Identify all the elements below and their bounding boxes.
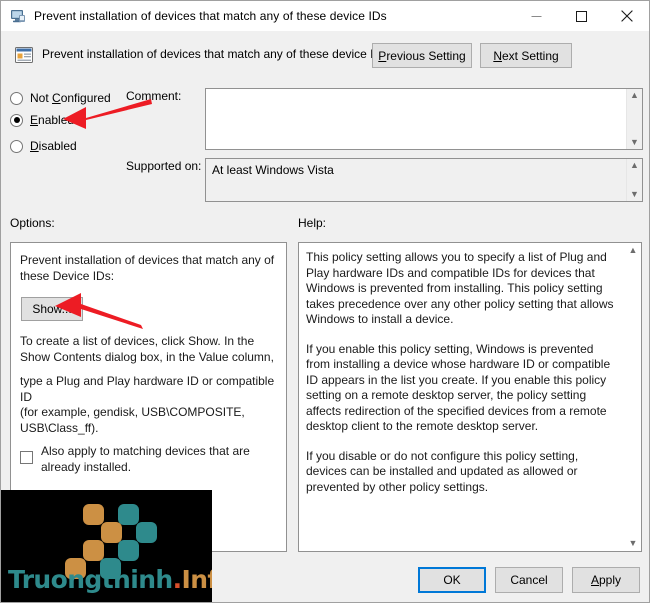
watermark-text-suffix: Info (181, 565, 212, 594)
also-apply-checkbox-row[interactable]: Also apply to matching devices that are … (20, 443, 282, 475)
chevron-down-icon[interactable]: ▼ (630, 190, 639, 199)
supported-on-label: Supported on: (126, 159, 202, 173)
radio-enabled[interactable]: Enabled (10, 113, 74, 127)
help-paragraph: This policy setting allows you to specif… (306, 250, 614, 326)
group-policy-setting-icon (14, 45, 34, 65)
show-button[interactable]: Show... (21, 297, 83, 321)
help-text-body: This policy setting allows you to specif… (299, 243, 625, 551)
maximize-button[interactable] (559, 2, 604, 31)
watermark-text-dot: . (172, 565, 183, 594)
radio-not-configured[interactable]: Not Configured (10, 91, 111, 105)
watermark-text-main: Truongthinh (8, 565, 173, 594)
help-paragraph: If you disable or do not configure this … (306, 448, 579, 494)
logo-square (83, 540, 104, 561)
help-panel: This policy setting allows you to specif… (298, 242, 642, 552)
previous-setting-button[interactable]: Previous Setting (372, 43, 472, 68)
logo-square (118, 504, 139, 525)
radio-not-configured-indicator (10, 91, 23, 105)
logo-square (118, 540, 139, 561)
title-bar: Prevent installation of devices that mat… (1, 1, 649, 31)
watermark-logo: Truongthinh.Info (1, 490, 212, 602)
radio-enabled-indicator (10, 113, 23, 127)
policy-state-area: Not Configured Enabled Disabled Comment:… (2, 79, 648, 204)
policy-header-bar: Prevent installation of devices that mat… (2, 31, 648, 80)
also-apply-checkbox-label: Also apply to matching devices that are … (41, 444, 250, 474)
chevron-up-icon[interactable]: ▲ (629, 246, 638, 255)
help-paragraph: If you enable this policy setting, Windo… (306, 341, 611, 434)
supported-on-field: At least Windows Vista ▲ ▼ (205, 158, 643, 202)
next-setting-button[interactable]: Next Setting (480, 43, 572, 68)
close-button[interactable] (604, 2, 649, 31)
chevron-up-icon[interactable]: ▲ (630, 91, 639, 100)
chevron-up-icon[interactable]: ▲ (630, 161, 639, 170)
options-instruction-1: To create a list of devices, click Show.… (20, 334, 274, 364)
logo-square (101, 522, 122, 543)
cancel-button[interactable]: Cancel (495, 567, 563, 593)
options-instruction-3: (for example, gendisk, USB\COMPOSITE, US… (20, 405, 245, 435)
options-section-label: Options: (10, 216, 55, 230)
comment-label: Comment: (126, 89, 182, 103)
options-heading: Prevent installation of devices that mat… (20, 253, 275, 283)
help-section-label: Help: (298, 216, 327, 230)
chevron-down-icon[interactable]: ▼ (630, 138, 639, 147)
supported-on-scrollbar[interactable]: ▲ ▼ (626, 159, 642, 201)
watermark-text: Truongthinh.Info (8, 565, 212, 594)
comment-textarea[interactable]: ▲ ▼ (205, 88, 643, 150)
logo-square (136, 522, 157, 543)
ok-button[interactable]: OK (418, 567, 486, 593)
supported-on-value: At least Windows Vista (212, 163, 334, 177)
policy-setting-dialog: Prevent installation of devices that mat… (0, 0, 650, 603)
chevron-down-icon[interactable]: ▼ (629, 539, 638, 548)
radio-disabled[interactable]: Disabled (10, 139, 77, 153)
help-scrollbar[interactable]: ▲ ▼ (625, 243, 641, 551)
comment-scrollbar[interactable]: ▲ ▼ (626, 89, 642, 149)
also-apply-checkbox[interactable] (20, 451, 33, 464)
radio-disabled-label: Disabled (30, 139, 77, 153)
radio-not-configured-label: Not Configured (30, 91, 111, 105)
comment-value (206, 89, 626, 149)
window-title: Prevent installation of devices that mat… (34, 9, 387, 23)
computer-monitor-icon (10, 8, 26, 24)
apply-button[interactable]: Apply (572, 567, 640, 593)
radio-enabled-label: Enabled (30, 113, 75, 127)
policy-setting-name: Prevent installation of devices that mat… (42, 47, 389, 61)
minimize-button[interactable] (514, 2, 559, 31)
logo-square (83, 504, 104, 525)
radio-disabled-indicator (10, 139, 23, 153)
options-instruction-2: type a Plug and Play hardware ID or comp… (20, 374, 275, 404)
